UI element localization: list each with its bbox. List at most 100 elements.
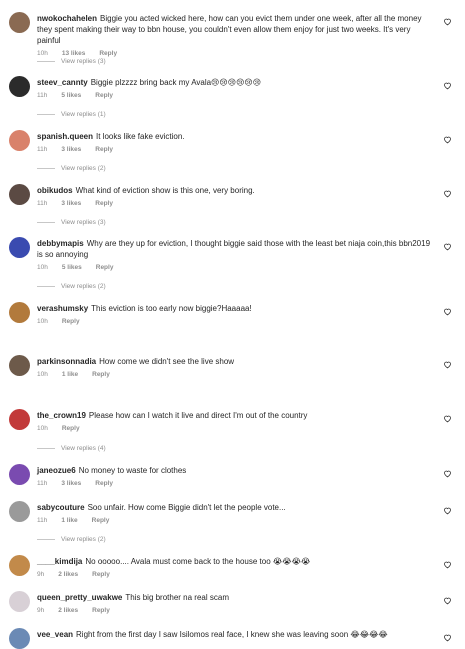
heart-icon[interactable] (443, 307, 452, 316)
comment-text: This big brother na real scam (125, 593, 229, 602)
comment-likes[interactable]: 5 likes (62, 264, 82, 271)
comment-meta: 10h Reply (37, 317, 435, 326)
avatar[interactable] (9, 12, 30, 33)
avatar[interactable] (9, 555, 30, 576)
heart-icon[interactable] (443, 560, 452, 569)
reply-button[interactable]: Reply (95, 146, 113, 153)
comment-username[interactable]: queen_pretty_uwakwe (37, 593, 122, 602)
comment-time: 11h (37, 200, 48, 207)
comment-meta: 11h 1 like Reply (37, 516, 435, 525)
comment-meta: 9h 2 likes Reply (37, 570, 435, 579)
view-replies-button[interactable]: View replies (3) (37, 218, 106, 227)
avatar[interactable] (9, 501, 30, 522)
comment-time: 10h (37, 425, 48, 432)
comment-text: Right from the first day I saw Isilomos … (76, 630, 388, 639)
avatar[interactable] (9, 591, 30, 612)
comment-time: 10h (37, 264, 48, 271)
reply-button[interactable]: Reply (95, 200, 113, 207)
comment-likes[interactable]: 2 likes (58, 571, 78, 578)
comment-meta: 10h Reply (37, 424, 435, 433)
comment-meta: 11h 3 likes Reply (37, 199, 435, 208)
avatar[interactable] (9, 184, 30, 205)
reply-button[interactable]: Reply (96, 264, 114, 271)
heart-icon[interactable] (443, 596, 452, 605)
comment-likes[interactable]: 3 likes (61, 480, 81, 487)
avatar[interactable] (9, 237, 30, 258)
avatar[interactable] (9, 355, 30, 376)
reply-button[interactable]: Reply (99, 50, 117, 57)
comment-likes[interactable]: 5 likes (61, 92, 81, 99)
comment-time: 10h (37, 371, 48, 378)
comment-meta: 10h 5 likes Reply (37, 263, 435, 272)
comment-text: This eviction is too early now biggie?Ha… (91, 304, 252, 313)
reply-button[interactable]: Reply (95, 480, 113, 487)
comment-username[interactable]: ____kimdija (37, 557, 82, 566)
comment-time: 9h (37, 571, 45, 578)
comment-text: No money to waste for clothes (78, 466, 187, 475)
comment-text: Biggie plzzzz bring back my Avala😢😢😢😢😢😢 (90, 78, 262, 87)
comment-username[interactable]: vee_vean (37, 630, 73, 639)
comment-text: What kind of eviction show is this one, … (75, 186, 255, 195)
reply-button[interactable]: Reply (62, 318, 80, 325)
avatar[interactable] (9, 76, 30, 97)
reply-button[interactable]: Reply (95, 92, 113, 99)
comment-username[interactable]: janeozue6 (37, 466, 76, 475)
comment-time: 11h (37, 480, 48, 487)
comment-likes[interactable]: 1 like (62, 371, 78, 378)
avatar[interactable] (9, 130, 30, 151)
avatar[interactable] (9, 464, 30, 485)
avatar[interactable] (9, 409, 30, 430)
comment-time: 11h (37, 146, 48, 153)
comment-meta: 10h 1 like Reply (37, 370, 435, 379)
reply-button[interactable]: Reply (92, 571, 110, 578)
comment-likes[interactable]: 2 likes (58, 607, 78, 614)
heart-icon[interactable] (443, 135, 452, 144)
view-replies-button[interactable]: View replies (2) (37, 535, 106, 544)
heart-icon[interactable] (443, 81, 452, 90)
heart-icon[interactable] (443, 242, 452, 251)
avatar[interactable] (9, 302, 30, 323)
comment-username[interactable]: parkinsonnadia (37, 357, 96, 366)
heart-icon[interactable] (443, 189, 452, 198)
view-replies-button[interactable]: View replies (1) (37, 110, 106, 119)
comment-text: No ooooo.... Avala must come back to the… (85, 557, 311, 566)
heart-icon[interactable] (443, 633, 452, 642)
comment-text: Soo unfair. How come Biggie didn't let t… (87, 503, 286, 512)
comment-time: 11h (37, 92, 48, 99)
reply-button[interactable]: Reply (92, 607, 110, 614)
comment-text: Why are they up for eviction, I thought … (37, 239, 431, 259)
comment-username[interactable]: steev_cannty (37, 78, 88, 87)
view-replies-button[interactable]: View replies (4) (37, 444, 106, 453)
comment-likes[interactable]: 13 likes (62, 50, 86, 57)
comment-meta: 9h 2 likes Reply (37, 606, 435, 615)
comment-username[interactable]: nwokochahelen (37, 14, 97, 23)
view-replies-button[interactable]: View replies (2) (37, 164, 106, 173)
reply-button[interactable]: Reply (92, 517, 110, 524)
comment-username[interactable]: sabycouture (37, 503, 85, 512)
heart-icon[interactable] (443, 506, 452, 515)
comment-likes[interactable]: 1 like (61, 517, 77, 524)
heart-icon[interactable] (443, 414, 452, 423)
comment-likes[interactable]: 3 likes (61, 146, 81, 153)
comment-username[interactable]: verashumsky (37, 304, 88, 313)
comment-username[interactable]: debbymapis (37, 239, 84, 248)
comment-time: 9h (37, 607, 45, 614)
heart-icon[interactable] (443, 17, 452, 26)
comment-likes[interactable]: 3 likes (61, 200, 81, 207)
view-replies-button[interactable]: View replies (3) (37, 57, 106, 66)
heart-icon[interactable] (443, 469, 452, 478)
comment-meta: 11h 3 likes Reply (37, 479, 435, 488)
comment-username[interactable]: obikudos (37, 186, 73, 195)
comment-text: It looks like fake eviction. (96, 132, 185, 141)
comment-time: 10h (37, 318, 48, 325)
view-replies-button[interactable]: View replies (2) (37, 282, 106, 291)
comment-username[interactable]: the_crown19 (37, 411, 86, 420)
reply-button[interactable]: Reply (92, 371, 110, 378)
reply-button[interactable]: Reply (62, 425, 80, 432)
comment-username[interactable]: spanish.queen (37, 132, 93, 141)
comment-meta: 11h 3 likes Reply (37, 145, 435, 154)
heart-icon[interactable] (443, 360, 452, 369)
avatar[interactable] (9, 628, 30, 649)
comment-time: 11h (37, 517, 48, 524)
comment-meta: 11h 5 likes Reply (37, 91, 435, 100)
